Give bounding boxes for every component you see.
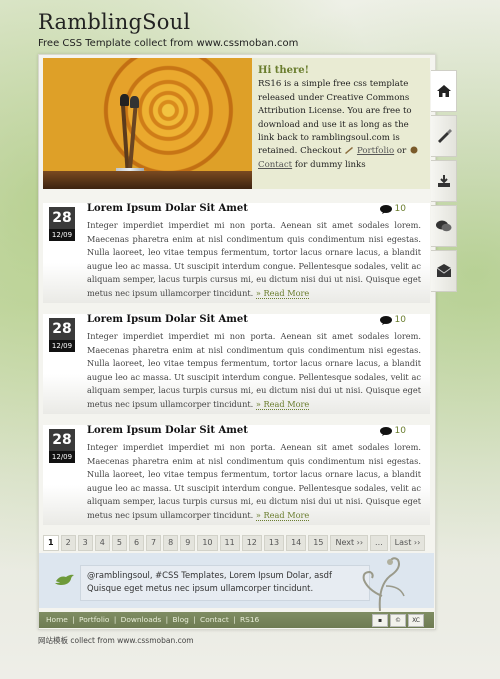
post-day: 28 [49, 207, 75, 229]
page-link[interactable]: 6 [128, 535, 145, 551]
footer-separator: | [165, 615, 169, 624]
footer-separator: | [233, 615, 236, 624]
twitter-bird-icon [55, 574, 74, 585]
post-date: 28 12/09 [49, 318, 75, 352]
page-link[interactable]: 4 [94, 535, 110, 551]
next-page-link[interactable]: Next ›› [330, 535, 369, 551]
footer-link-rs16[interactable]: RS16 [240, 615, 259, 624]
comment-count[interactable]: 10 [379, 204, 406, 214]
post-body-text: Integer imperdiet imperdiet mi non porta… [87, 442, 421, 520]
footer-link-blog[interactable]: Blog [172, 615, 188, 624]
page-link[interactable]: 9 [180, 535, 196, 551]
page-link[interactable]: 13 [263, 535, 285, 551]
footer-link-home[interactable]: Home [46, 615, 68, 624]
copyright-badge-icon[interactable]: © [390, 614, 406, 627]
intro-or: or [396, 146, 407, 157]
post-body: Integer imperdiet imperdiet mi non porta… [87, 219, 421, 301]
nav-home[interactable] [431, 70, 457, 112]
nav-contact[interactable] [431, 250, 457, 292]
nav-downloads[interactable] [431, 160, 457, 202]
post-month: 12/09 [49, 340, 75, 352]
brush-icon [345, 147, 354, 155]
badge-icon[interactable]: ▪ [372, 614, 388, 627]
post-title[interactable]: Lorem Ipsum Dolar Sit Amet [87, 314, 248, 325]
contact-icon [410, 146, 418, 154]
comment-count[interactable]: 10 [379, 426, 406, 436]
page-link[interactable]: 14 [286, 535, 307, 551]
read-more-link[interactable]: » Read More [255, 287, 310, 299]
page-link[interactable]: 11 [219, 535, 240, 551]
post-item: 28 12/09 Lorem Ipsum Dolar Sit Amet 10 I… [43, 203, 430, 303]
pager-ellipsis: ... [370, 535, 388, 551]
post-title[interactable]: Lorem Ipsum Dolar Sit Amet [87, 203, 248, 214]
post-day: 28 [49, 318, 75, 340]
footer-separator: | [113, 615, 117, 624]
comment-count-value: 10 [394, 426, 406, 436]
credit-text: 网站模板 collect from www.cssmoban.com [38, 636, 194, 645]
read-more-link[interactable]: » Read More [255, 398, 310, 410]
comment-count-value: 10 [394, 315, 406, 325]
post-date: 28 12/09 [49, 429, 75, 463]
chat-icon [435, 220, 451, 232]
comment-icon [379, 426, 392, 436]
last-page-link[interactable]: Last ›› [389, 535, 426, 551]
post-month: 12/09 [49, 229, 75, 241]
nav-portfolio[interactable] [431, 115, 457, 157]
comment-icon [379, 315, 392, 325]
page-link[interactable]: 8 [163, 535, 179, 551]
page-link[interactable]: 3 [77, 535, 93, 551]
page-link[interactable]: 5 [111, 535, 127, 551]
post-date: 28 12/09 [49, 207, 75, 241]
contact-link[interactable]: Contact [258, 160, 292, 170]
intro-text-after: for dummy links [294, 159, 366, 170]
site-title[interactable]: RamblingSoul [38, 10, 190, 34]
page-link[interactable]: 15 [308, 535, 329, 551]
site-tagline: Free CSS Template collect from www.cssmo… [38, 38, 299, 49]
download-icon [437, 175, 450, 187]
footer-separator: | [193, 615, 196, 624]
footer-badges: ▪ © XC [372, 614, 424, 627]
post-month: 12/09 [49, 451, 75, 463]
post-body: Integer imperdiet imperdiet mi non porta… [87, 330, 421, 412]
page-link[interactable]: 10 [197, 535, 218, 551]
hero-image [43, 58, 252, 189]
comment-count[interactable]: 10 [379, 315, 406, 325]
page-link[interactable]: 12 [241, 535, 262, 551]
read-more-link[interactable]: » Read More [255, 509, 310, 521]
footer-separator: | [72, 615, 75, 624]
side-nav [431, 70, 457, 295]
intro-text: RS16 is a simple free css template relea… [258, 79, 412, 157]
footer-link-downloads[interactable]: Downloads [121, 615, 162, 624]
page-link[interactable]: 2 [60, 535, 76, 551]
brush-icon [437, 129, 452, 143]
pagination: 1 2 3 4 5 6 7 8 9 10 11 12 13 14 15 Next… [43, 535, 426, 551]
post-item: 28 12/09 Lorem Ipsum Dolar Sit Amet 10 I… [43, 314, 430, 414]
post-body-text: Integer imperdiet imperdiet mi non porta… [87, 220, 421, 298]
intro-heading: Hi there! [258, 65, 310, 76]
home-icon [436, 85, 451, 97]
nav-blog[interactable] [431, 205, 457, 247]
latest-tweet: @ramblingsoul, #CSS Templates, Lorem Ips… [80, 565, 370, 601]
comment-icon [379, 204, 392, 214]
footer-link-contact[interactable]: Contact [200, 615, 229, 624]
swirl-ornament-icon [362, 557, 405, 611]
footer-nav: Home | Portfolio | Downloads | Blog | Co… [46, 615, 261, 624]
page-link[interactable]: 1 [43, 535, 59, 551]
mail-icon [436, 264, 451, 277]
post-title[interactable]: Lorem Ipsum Dolar Sit Amet [87, 425, 248, 436]
xhtml-css-badge-icon[interactable]: XC [408, 614, 424, 627]
post-item: 28 12/09 Lorem Ipsum Dolar Sit Amet 10 I… [43, 425, 430, 525]
post-day: 28 [49, 429, 75, 451]
post-body: Integer imperdiet imperdiet mi non porta… [87, 441, 421, 523]
post-body-text: Integer imperdiet imperdiet mi non porta… [87, 331, 421, 409]
footer-link-portfolio[interactable]: Portfolio [79, 615, 109, 624]
intro-box: Hi there! RS16 is a simple free css temp… [252, 58, 430, 189]
page-link[interactable]: 7 [146, 535, 162, 551]
portfolio-link[interactable]: Portfolio [357, 146, 394, 156]
comment-count-value: 10 [394, 204, 406, 214]
